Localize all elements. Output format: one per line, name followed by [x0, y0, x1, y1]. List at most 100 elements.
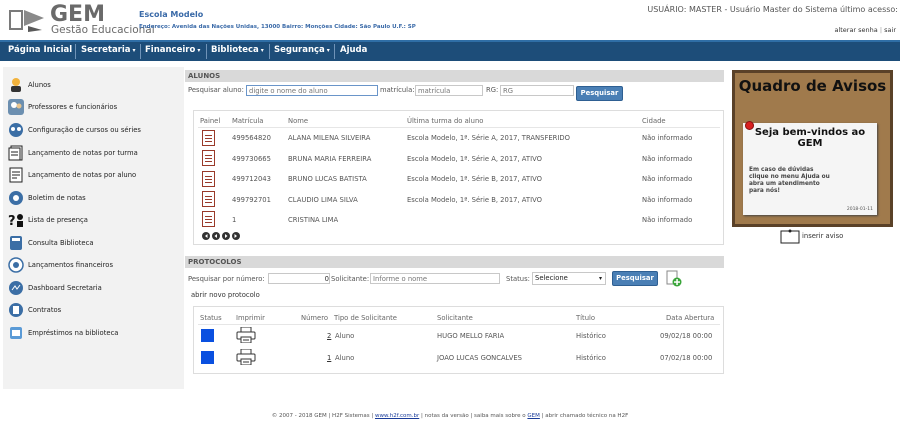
- nav-seguranca[interactable]: Segurança ▾: [274, 45, 330, 55]
- nav-secretaria[interactable]: Secretaria ▾: [81, 45, 136, 55]
- solicitante-input[interactable]: [370, 273, 500, 284]
- sidebar-item-configuracao[interactable]: Configuração de cursos ou séries: [8, 121, 141, 139]
- cell-numero[interactable]: 2: [327, 332, 331, 340]
- sidebar-item-label: Consulta Biblioteca: [28, 239, 94, 247]
- add-protocol-icon[interactable]: [666, 270, 682, 292]
- cell-matricula: 1: [232, 216, 237, 224]
- logout-link[interactable]: sair: [884, 26, 896, 34]
- last-page-icon[interactable]: [232, 232, 240, 240]
- printer-icon[interactable]: [236, 326, 256, 344]
- cell-cidade: Não informado: [642, 196, 693, 204]
- cell-numero[interactable]: 1: [327, 354, 331, 362]
- footer-gem-link[interactable]: GEM: [527, 413, 539, 419]
- printer-icon[interactable]: [236, 348, 256, 366]
- next-page-icon[interactable]: [222, 232, 230, 240]
- sidebar-item-presenca[interactable]: ? Lista de presença: [8, 211, 88, 229]
- student-panel-icon[interactable]: [202, 130, 215, 146]
- status-selected-value: Selecione: [535, 274, 568, 282]
- cell-cidade: Não informado: [642, 216, 693, 224]
- sidebar-item-alunos[interactable]: Alunos: [8, 76, 51, 94]
- chevron-down-icon: ▾: [132, 47, 136, 54]
- sidebar-item-financeiro[interactable]: Lançamentos financeiros: [8, 256, 113, 274]
- sidebar: Alunos Professores e funcionários Config…: [3, 67, 184, 389]
- svg-text:?: ?: [8, 214, 16, 228]
- matricula-input[interactable]: [415, 85, 483, 96]
- previous-page-icon[interactable]: [212, 232, 220, 240]
- student-panel-icon[interactable]: [202, 171, 215, 187]
- pin-icon: [745, 121, 754, 130]
- sidebar-item-notas-aluno[interactable]: Lançamento de notas por aluno: [8, 166, 136, 184]
- protocol-number-link[interactable]: 2: [327, 332, 331, 340]
- rg-input[interactable]: [500, 85, 574, 96]
- cell-turma: Escola Modelo, 1ª. Série B, 2017, ATIVO: [407, 175, 542, 183]
- footer-info: | notas da versão | saiba mais sobre o: [421, 413, 526, 419]
- note-title: Seja bem-vindos ao GEM: [754, 127, 866, 149]
- report-card-icon: [8, 190, 24, 206]
- insert-notice-link[interactable]: inserir aviso: [802, 232, 843, 240]
- sidebar-item-label: Lançamentos financeiros: [28, 261, 114, 269]
- col-cidade: Cidade: [642, 117, 666, 125]
- cell-matricula: 499712043: [232, 175, 271, 183]
- status-indicator: [201, 329, 214, 342]
- nav-ajuda[interactable]: Ajuda: [340, 45, 367, 55]
- nav-biblioteca[interactable]: Biblioteca ▾: [211, 45, 264, 55]
- student-panel-icon[interactable]: [202, 211, 215, 227]
- search-student-button[interactable]: Pesquisar: [576, 86, 623, 101]
- cell-matricula: 499792701: [232, 196, 271, 204]
- school-name: Escola Modelo: [139, 10, 204, 19]
- nav-financeiro[interactable]: Financeiro ▾: [145, 45, 200, 55]
- student-panel-icon[interactable]: [202, 150, 215, 166]
- nav-divider: [334, 44, 335, 59]
- note-date: 2018-01-11: [846, 207, 873, 212]
- student-icon: [8, 77, 24, 93]
- col-tipo-solicitante: Tipo de Solicitante: [334, 314, 397, 322]
- cell-nome: BRUNO LUCAS BATISTA: [288, 175, 367, 183]
- chevron-down-icon: ▾: [197, 47, 201, 54]
- board-title: Quadro de Avisos: [738, 77, 887, 95]
- sidebar-item-label: Lista de presença: [28, 216, 88, 224]
- sidebar-item-label: Alunos: [28, 81, 51, 89]
- protocol-number-input[interactable]: [268, 273, 330, 284]
- student-panel-icon[interactable]: [202, 191, 215, 207]
- sidebar-item-contratos[interactable]: Contratos: [8, 301, 61, 319]
- loans-icon: [8, 325, 24, 341]
- new-protocol-link[interactable]: abrir novo protocolo: [191, 291, 260, 299]
- sidebar-item-notas-turma[interactable]: Lançamento de notas por turma: [8, 144, 138, 162]
- nav-pagina-inicial[interactable]: Página Inicial: [8, 45, 72, 55]
- search-student-input[interactable]: [246, 85, 378, 96]
- chevron-down-icon: ▾: [326, 47, 330, 54]
- cell-solicitante: HUGO MELLO FARIA: [437, 332, 505, 340]
- cell-nome: CRISTINA LIMA: [288, 216, 339, 224]
- sidebar-item-biblioteca[interactable]: Consulta Biblioteca: [8, 234, 94, 252]
- protocol-number-link[interactable]: 1: [327, 354, 331, 362]
- footer: © 2007 - 2018 GEM | H2F Sistemas | www.h…: [0, 413, 900, 419]
- rg-label: RG:: [486, 86, 499, 94]
- first-page-icon[interactable]: [202, 232, 210, 240]
- cell-solicitante: JOAO LUCAS GONCALVES: [437, 354, 522, 362]
- sidebar-item-label: Empréstimos na biblioteca: [28, 329, 119, 337]
- insert-notice[interactable]: inserir aviso: [780, 228, 843, 244]
- search-protocol-button[interactable]: Pesquisar: [612, 271, 658, 286]
- matricula-label: matrícula:: [380, 86, 415, 94]
- notice-note[interactable]: Seja bem-vindos ao GEM Em caso de dúvida…: [743, 123, 877, 215]
- cell-turma: Escola Modelo, 1ª. Série B, 2017, ATIVO: [407, 196, 542, 204]
- cell-cidade: Não informado: [642, 175, 693, 183]
- cell-cidade: Não informado: [642, 134, 693, 142]
- sidebar-item-professores[interactable]: Professores e funcionários: [8, 98, 117, 116]
- cell-matricula: 499730665: [232, 155, 271, 163]
- change-password-link[interactable]: alterar senha: [834, 26, 877, 34]
- sidebar-item-dashboard[interactable]: Dashboard Secretaria: [8, 279, 102, 297]
- status-select[interactable]: Selecione ▾: [532, 272, 606, 285]
- protocolos-header: PROTOCOLOS: [185, 256, 724, 268]
- sidebar-item-boletim[interactable]: Boletim de notas: [8, 189, 86, 207]
- nav-divider: [140, 44, 141, 59]
- attendance-icon: ?: [8, 212, 24, 228]
- alunos-header: ALUNOS: [185, 70, 724, 82]
- pagination: [202, 232, 240, 240]
- cell-data: 07/02/18 00:00: [660, 354, 713, 362]
- gem-logo-icon: [8, 6, 46, 34]
- status-indicator: [201, 351, 214, 364]
- col-turma: Última turma do aluno: [407, 117, 484, 125]
- footer-site-link[interactable]: www.h2f.com.br: [375, 413, 419, 419]
- sidebar-item-emprestimos[interactable]: Empréstimos na biblioteca: [8, 324, 118, 342]
